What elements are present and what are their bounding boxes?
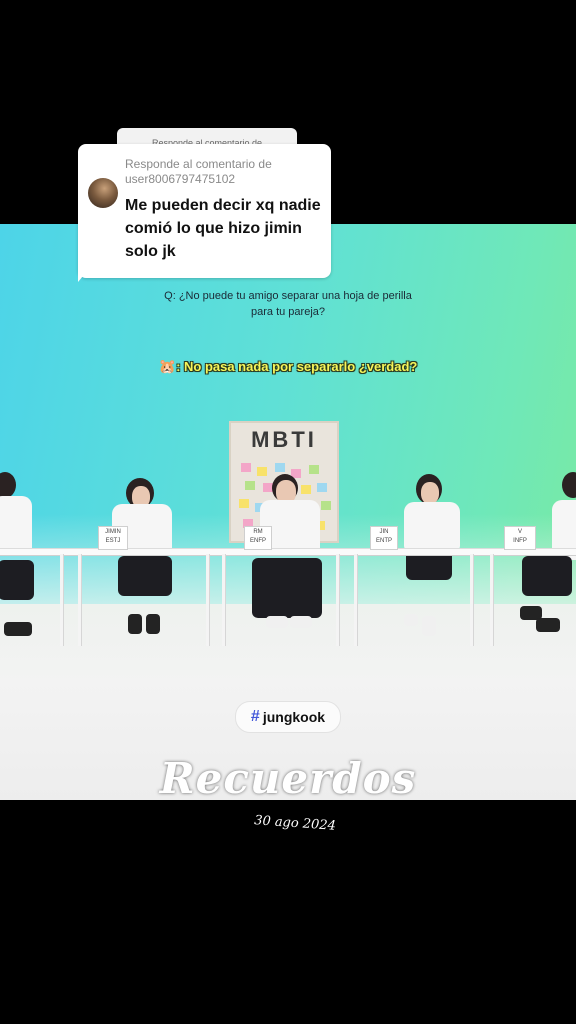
hashtag-sticker[interactable]: # jungkook bbox=[235, 701, 341, 733]
hashtag-text: jungkook bbox=[262, 709, 326, 725]
hashtag-icon: # bbox=[250, 708, 260, 725]
table-leg bbox=[206, 554, 210, 646]
question-line-2: para tu pareja? bbox=[251, 306, 325, 318]
nameplate-jimin: JIMIN ESTJ bbox=[98, 526, 128, 550]
nameplate-rm: RM ENFP bbox=[244, 526, 272, 550]
table-leg bbox=[354, 554, 358, 646]
sticky-note bbox=[239, 499, 249, 508]
subtitle-caption: 🐹: No pasa nada por separarlo ¿verdad? bbox=[0, 358, 576, 375]
sticky-note bbox=[241, 463, 251, 472]
sticky-note bbox=[275, 463, 285, 472]
table-leg bbox=[490, 554, 494, 646]
question-line-1: Q: ¿No puede tu amigo separar una hoja d… bbox=[164, 290, 412, 302]
table-leg bbox=[336, 554, 340, 646]
sticky-note bbox=[321, 501, 331, 510]
board-title: MBTI bbox=[251, 427, 317, 452]
nameplate-v: V INFP bbox=[504, 526, 536, 550]
avatar[interactable] bbox=[88, 178, 118, 208]
sticky-note bbox=[257, 467, 267, 476]
reply-username[interactable]: user8006797475102 bbox=[125, 172, 325, 187]
subtitle-text: : No pasa nada por separarlo ¿verdad? bbox=[176, 359, 418, 374]
video-frame[interactable]: Q: ¿No puede tu amigo separar una hoja d… bbox=[0, 224, 576, 800]
sticky-note bbox=[301, 485, 311, 494]
sticky-note bbox=[317, 483, 327, 492]
recuerdos-date: 30 ago 2024 bbox=[253, 813, 337, 834]
table-leg bbox=[60, 554, 64, 646]
recuerdos-title: Recuerdos bbox=[159, 754, 417, 803]
sticky-note bbox=[309, 465, 319, 474]
table-leg bbox=[470, 554, 474, 646]
table-leg bbox=[222, 554, 226, 646]
table-leg bbox=[78, 554, 82, 646]
sticky-note bbox=[245, 481, 255, 490]
reply-comment-text: Me pueden decir xq nadie comió lo que hi… bbox=[125, 197, 321, 260]
reply-label: Responde al comentario de user8006797475… bbox=[125, 157, 325, 187]
question-caption: Q: ¿No puede tu amigo separar una hoja d… bbox=[0, 288, 576, 320]
reply-comment-card[interactable]: Responde al comentario de user8006797475… bbox=[78, 144, 331, 278]
nameplate-jin: JIN ENTP bbox=[370, 526, 398, 550]
hamster-emoji-icon: 🐹 bbox=[158, 358, 177, 374]
reply-card-tail bbox=[78, 270, 88, 282]
